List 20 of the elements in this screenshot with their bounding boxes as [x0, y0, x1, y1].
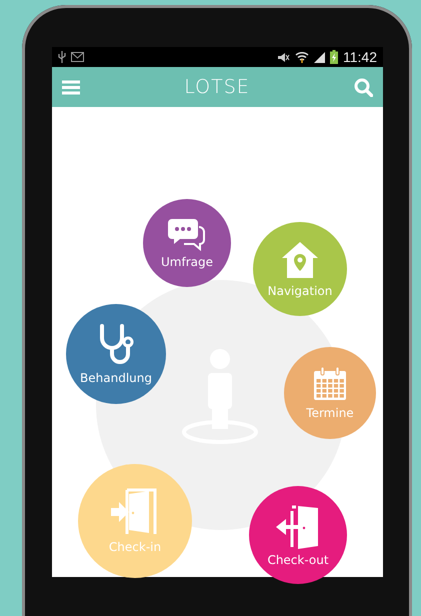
calendar-icon [312, 366, 348, 402]
mail-icon [71, 52, 84, 62]
search-icon [354, 78, 373, 96]
signal-icon [314, 52, 325, 62]
door-arrow-out-icon [276, 503, 320, 549]
menu-bubble-button[interactable]: Behandlung [66, 304, 166, 404]
usb-icon [58, 51, 66, 63]
menu-button[interactable] [62, 80, 80, 94]
menu-bubble-button[interactable]: Umfrage [143, 199, 231, 287]
menu-bubble-button[interactable]: Check-out [249, 486, 347, 584]
app-title: LOTSE [183, 76, 251, 98]
battery-icon [330, 50, 338, 64]
chat-bubbles-icon [168, 217, 206, 251]
wifi-icon [295, 51, 309, 63]
menu-icon [62, 80, 80, 94]
house-pin-icon [280, 240, 320, 280]
mute-icon [277, 52, 290, 62]
status-time: 11:42 [343, 49, 377, 65]
search-button[interactable] [354, 78, 373, 96]
door-arrow-in-icon [111, 488, 159, 536]
